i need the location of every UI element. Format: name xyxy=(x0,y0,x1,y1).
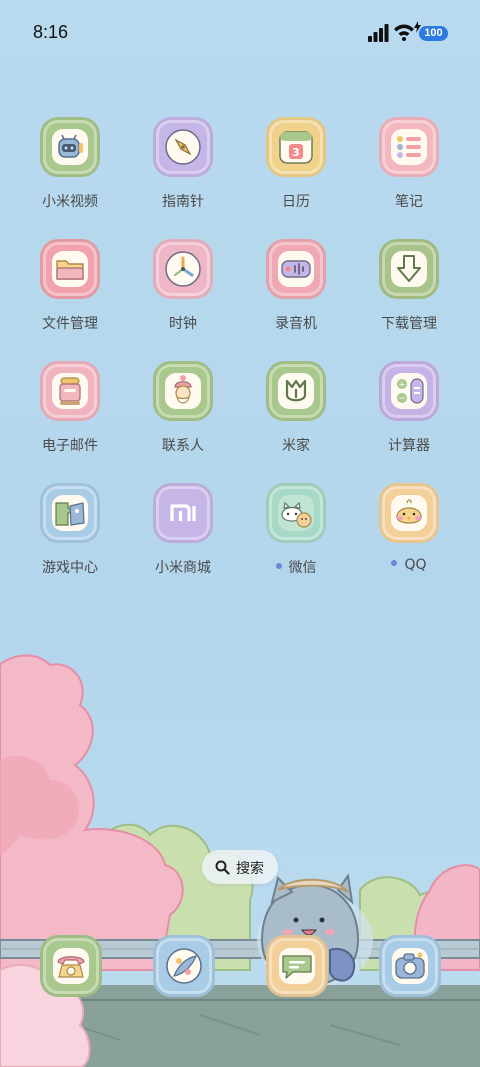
app-label: 下载管理 xyxy=(381,316,437,332)
camera-icon xyxy=(392,948,428,984)
recorder-icon xyxy=(278,251,314,287)
folder-icon xyxy=(52,251,88,287)
app-downloads[interactable]: 下载管理 xyxy=(353,239,465,349)
app-tile xyxy=(153,239,213,299)
app-label: 指南针 xyxy=(162,194,204,210)
app-label: 计算器 xyxy=(388,438,430,454)
app-mijia[interactable]: 米家 xyxy=(240,361,352,471)
new-indicator-dot xyxy=(391,560,398,566)
svg-text:−: − xyxy=(398,394,406,404)
search-icon xyxy=(215,860,230,875)
app-tile xyxy=(40,239,100,299)
mijia-icon xyxy=(278,373,314,409)
dock-camera[interactable] xyxy=(379,935,441,997)
app-label: 笔记 xyxy=(395,194,423,210)
app-clock[interactable]: 时钟 xyxy=(127,239,239,349)
status-time: 8:16 xyxy=(33,22,69,42)
app-label-text: 微信 xyxy=(288,560,317,576)
phone-icon xyxy=(53,948,89,984)
app-email[interactable]: 电子邮件 xyxy=(14,361,126,471)
app-mi-store[interactable]: 小米商城 xyxy=(127,483,239,593)
app-label: 游戏中心 xyxy=(42,560,98,576)
app-label: 小米商城 xyxy=(155,560,211,576)
search-label: 搜索 xyxy=(236,861,264,877)
app-label: 文件管理 xyxy=(42,316,98,332)
svg-text:3: 3 xyxy=(292,146,300,159)
app-contacts[interactable]: 联系人 xyxy=(127,361,239,471)
dock-phone[interactable] xyxy=(40,935,102,997)
app-label: 联系人 xyxy=(162,438,204,454)
messages-icon xyxy=(279,948,315,984)
compass-icon xyxy=(165,129,201,165)
app-notes[interactable]: 笔记 xyxy=(353,117,465,227)
app-wechat[interactable]: 微信 xyxy=(240,483,352,593)
app-tile xyxy=(153,117,213,177)
app-tile xyxy=(379,117,439,177)
app-label: 米家 xyxy=(282,438,310,454)
mailbox-icon xyxy=(52,373,88,409)
app-game-center[interactable]: 游戏中心 xyxy=(14,483,126,593)
app-tile xyxy=(266,483,326,543)
app-tile xyxy=(266,239,326,299)
search-button[interactable]: 搜索 xyxy=(202,850,278,884)
video-robot-icon xyxy=(52,129,88,165)
wechat-cat-icon xyxy=(278,495,314,531)
status-bar: 8:16 100 xyxy=(0,0,480,66)
app-label: 时钟 xyxy=(169,316,197,332)
app-tile xyxy=(153,361,213,421)
app-calculator[interactable]: + − 计算器 xyxy=(353,361,465,471)
app-label: 录音机 xyxy=(275,316,317,332)
app-label: QQ xyxy=(353,557,465,573)
app-label: 电子邮件 xyxy=(42,438,98,454)
notes-icon xyxy=(391,129,427,165)
svg-text:+: + xyxy=(398,380,406,390)
app-tile xyxy=(40,117,100,177)
home-screen: 8:16 100 小米视频 指南针 3 日历 笔记 文件管理 时钟 录音机 下载… xyxy=(0,0,480,1067)
qq-chick-icon xyxy=(391,495,427,531)
dock-messages[interactable] xyxy=(266,935,328,997)
game-puzzle-icon xyxy=(52,495,88,531)
app-tile xyxy=(266,361,326,421)
download-icon xyxy=(391,251,427,287)
app-label-text: QQ xyxy=(404,557,427,573)
clock-icon xyxy=(165,251,201,287)
app-tile xyxy=(379,483,439,543)
wifi-icon xyxy=(394,24,414,41)
app-tile: + − xyxy=(379,361,439,421)
calendar-icon: 3 xyxy=(279,131,313,164)
app-label: 日历 xyxy=(282,194,310,210)
signal-bars-icon xyxy=(368,24,389,42)
battery-indicator: 100 xyxy=(419,26,448,41)
app-file-manager[interactable]: 文件管理 xyxy=(14,239,126,349)
app-tile xyxy=(40,361,100,421)
app-tile xyxy=(379,239,439,299)
app-calendar[interactable]: 3 日历 xyxy=(240,117,352,227)
contact-person-icon xyxy=(165,373,201,409)
app-compass[interactable]: 指南针 xyxy=(127,117,239,227)
calculator-icon: + − xyxy=(391,373,427,409)
browser-icon xyxy=(166,948,202,984)
new-indicator-dot xyxy=(275,563,282,569)
dock-browser[interactable] xyxy=(153,935,215,997)
app-qq[interactable]: QQ xyxy=(353,483,465,593)
app-tile xyxy=(40,483,100,543)
app-tile: 3 xyxy=(266,117,326,177)
mi-store-icon xyxy=(165,495,201,531)
app-recorder[interactable]: 录音机 xyxy=(240,239,352,349)
app-tile xyxy=(153,483,213,543)
app-label: 小米视频 xyxy=(42,194,98,210)
app-mi-video[interactable]: 小米视频 xyxy=(14,117,126,227)
app-label: 微信 xyxy=(240,557,352,577)
